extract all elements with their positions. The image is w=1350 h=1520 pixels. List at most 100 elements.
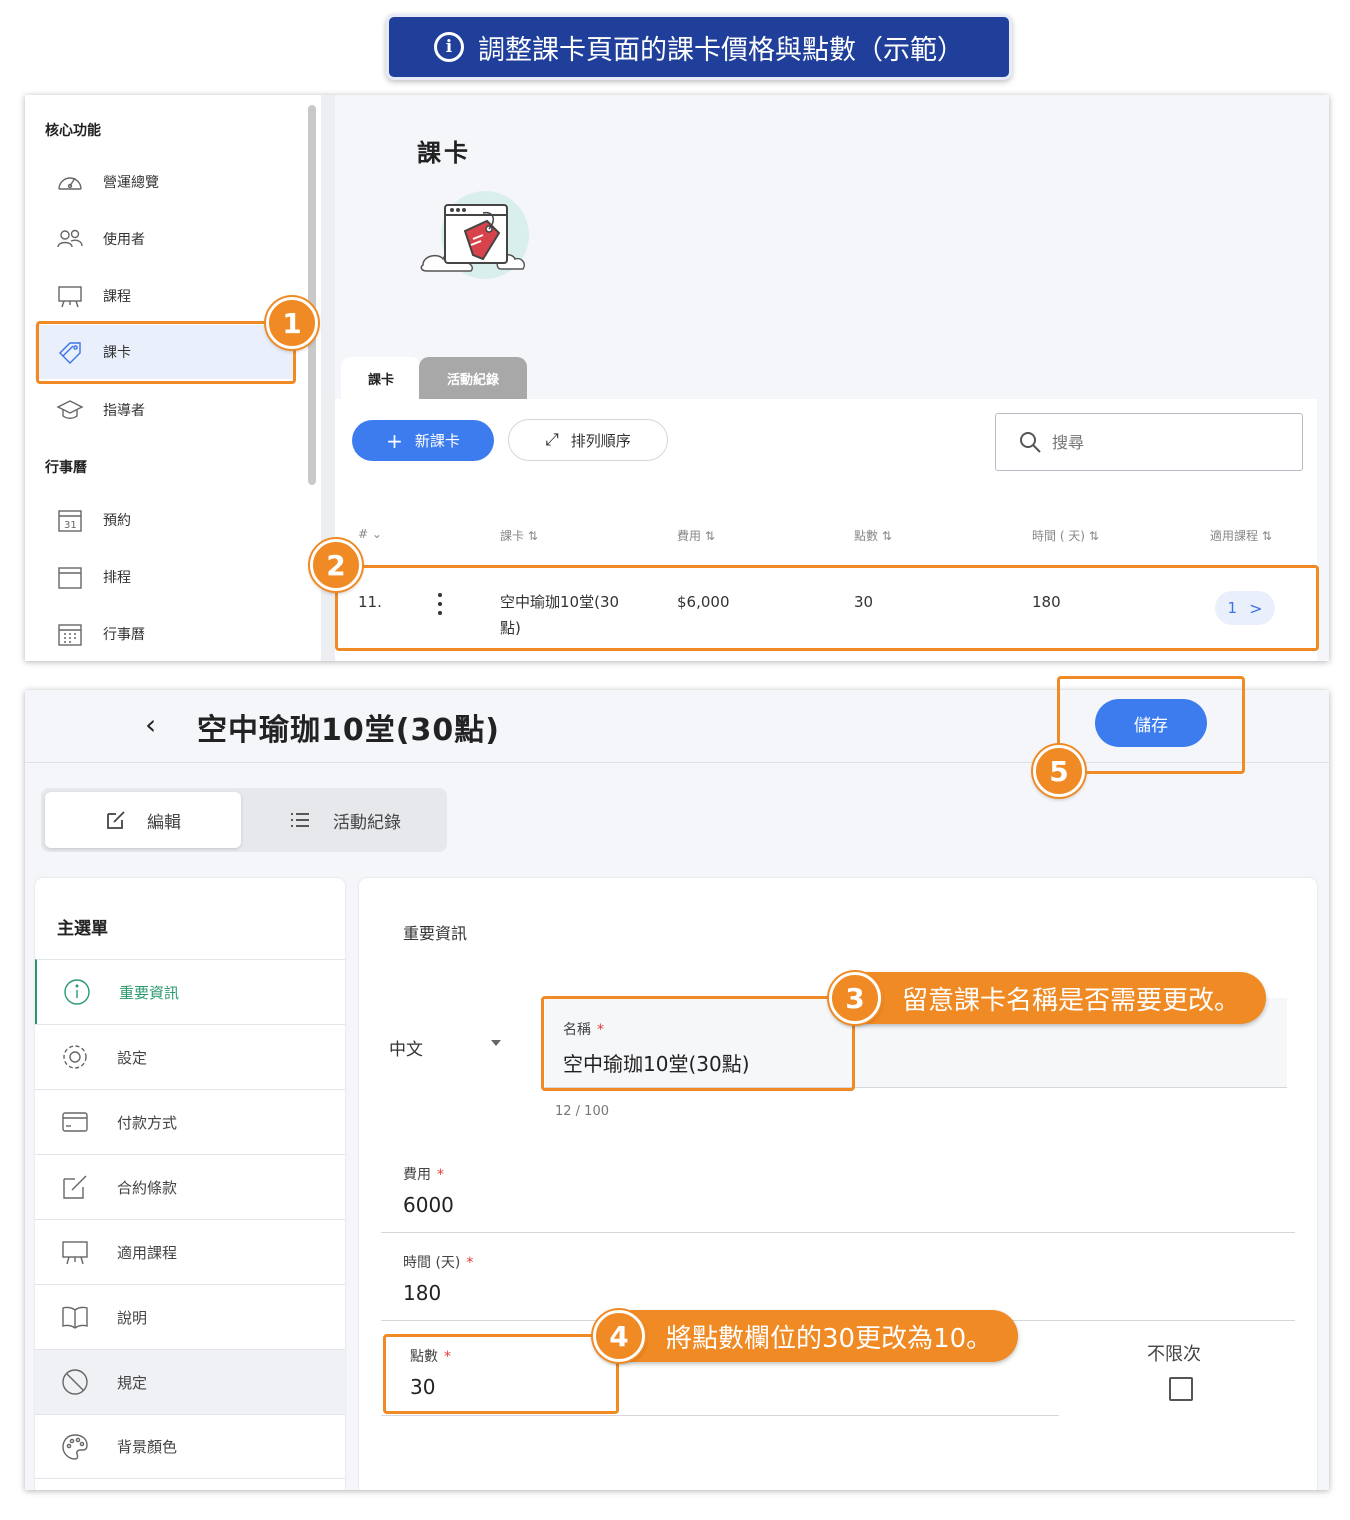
step-badge-5: 5: [1033, 745, 1085, 797]
expand-arrows-icon: ⤢: [545, 430, 559, 450]
card-illustration: [420, 191, 529, 279]
column-header-index[interactable]: # ⌄: [358, 527, 382, 541]
sidebar-item-courses[interactable]: 課程: [35, 269, 295, 323]
sort-order-button[interactable]: ⤢ 排列順序: [508, 419, 668, 461]
sidebar-item-label: 課程: [103, 289, 131, 305]
calendar-grid-icon: [55, 621, 85, 647]
back-chevron-icon[interactable]: ‹: [145, 706, 175, 742]
menu-item-applicable-courses[interactable]: 適用課程: [35, 1219, 345, 1284]
price-label: 費用 *: [403, 1167, 444, 1183]
step-badge-3: 3: [829, 972, 881, 1024]
step-badge-1: 1: [266, 297, 318, 349]
segment-edit-label: 編輯: [147, 812, 181, 833]
sidebar-item-label: 預約: [103, 513, 131, 529]
presentation-board-icon: [59, 1236, 91, 1268]
edit-icon: [107, 811, 125, 829]
highlight-points-field: [383, 1334, 619, 1414]
sidebar-item-label: 行事曆: [103, 627, 145, 643]
sidebar-item-instructors[interactable]: 指導者: [35, 383, 295, 437]
price-value[interactable]: 6000: [403, 1193, 454, 1217]
language-select[interactable]: 中文: [389, 1035, 423, 1060]
menu-item-settings[interactable]: 設定: [35, 1024, 345, 1089]
palette-icon: [59, 1431, 91, 1463]
column-header-price[interactable]: 費用 ⇅: [677, 527, 715, 544]
speedometer-icon: [55, 169, 85, 195]
new-card-label: 新課卡: [414, 432, 460, 450]
info-icon: i: [434, 32, 464, 62]
calendar-31-icon: 31: [55, 507, 85, 533]
step-badge-4: 4: [593, 1310, 645, 1362]
sidebar-item-booking[interactable]: 31 預約: [35, 493, 295, 547]
unlimited-checkbox[interactable]: [1169, 1377, 1193, 1401]
search-icon: [1020, 432, 1041, 453]
sidebar-item-overview[interactable]: 營運總覽: [35, 155, 295, 209]
section-title: 重要資訊: [403, 924, 468, 943]
menu-item-important-info[interactable]: 重要資訊: [35, 959, 345, 1024]
credit-card-icon: [59, 1106, 91, 1138]
open-book-icon: [59, 1301, 91, 1333]
list-icon: [291, 813, 309, 827]
tab-activity-log[interactable]: 活動紀錄: [419, 357, 527, 399]
menu-title: 主選單: [57, 919, 108, 939]
column-header-points[interactable]: 點數 ⇅: [854, 527, 892, 544]
users-icon: [55, 226, 85, 252]
menu-item-label: 重要資訊: [119, 983, 180, 1002]
sidebar-section-core: 核心功能: [45, 123, 101, 139]
name-char-counter: 12 / 100: [555, 1104, 609, 1119]
gear-icon: [59, 1041, 91, 1073]
menu-item-label: 適用課程: [117, 1243, 178, 1262]
highlight-save-button: [1057, 676, 1245, 774]
sidebar-scrollbar[interactable]: [308, 105, 316, 485]
instruction-banner: i 調整課卡頁面的課卡價格與點數（示範）: [386, 14, 1012, 80]
points-underline: [381, 1415, 1059, 1416]
page-title: 空中瑜珈10堂(30點): [197, 713, 500, 748]
sidebar-item-label: 營運總覽: [103, 175, 159, 191]
menu-item-payment[interactable]: 付款方式: [35, 1089, 345, 1154]
menu-item-description[interactable]: 說明: [35, 1284, 345, 1349]
sidebar-item-label: 排程: [103, 570, 131, 586]
price-underline: [381, 1232, 1295, 1233]
svg-text:31: 31: [64, 520, 77, 531]
days-label: 時間 (天) *: [403, 1255, 474, 1271]
info-icon: [61, 976, 93, 1008]
new-card-button[interactable]: + 新課卡: [352, 420, 494, 461]
unlimited-label: 不限次: [1147, 1344, 1201, 1365]
menu-item-label: 說明: [117, 1308, 148, 1327]
column-header-card[interactable]: 課卡 ⇅: [500, 527, 538, 544]
menu-item-label: 規定: [117, 1373, 148, 1392]
sidebar-item-schedule[interactable]: 排程: [35, 550, 295, 604]
caret-down-icon[interactable]: [491, 1040, 501, 1046]
callout-4: 將點數欄位的30更改為10。: [594, 1310, 1019, 1362]
calendar-blank-icon: [55, 564, 85, 590]
menu-item-label: 合約條款: [117, 1178, 178, 1197]
segment-edit[interactable]: 編輯: [45, 792, 241, 848]
edit-document-icon: [59, 1171, 91, 1203]
sort-order-label: 排列順序: [570, 431, 631, 450]
search-input[interactable]: [1052, 432, 1272, 452]
callout-3: 留意課卡名稱是否需要更改。: [830, 972, 1267, 1024]
tab-cards[interactable]: 課卡: [341, 357, 421, 399]
graduation-cap-icon: [55, 397, 85, 423]
menu-item-rules[interactable]: 規定: [35, 1349, 345, 1414]
sidebar-item-label: 使用者: [103, 232, 145, 248]
menu-item-background-color[interactable]: 背景顏色: [35, 1414, 345, 1479]
segment-log-label: 活動紀錄: [333, 812, 401, 833]
search-box[interactable]: [995, 413, 1303, 471]
segment-activity-log[interactable]: 活動紀錄: [247, 792, 443, 848]
plus-icon: +: [386, 428, 403, 453]
highlight-name-field: [541, 996, 855, 1091]
column-header-courses[interactable]: 適用課程 ⇅: [1210, 527, 1272, 544]
days-value[interactable]: 180: [403, 1281, 441, 1305]
sidebar-item-calendar[interactable]: 行事曆: [35, 607, 295, 661]
page-title: 課卡: [417, 139, 471, 167]
sidebar-section-calendar: 行事曆: [45, 460, 87, 476]
column-header-days[interactable]: 時間 ( 天) ⇅: [1032, 527, 1099, 544]
highlight-card-row: [335, 565, 1319, 651]
menu-item-label: 設定: [117, 1048, 148, 1067]
prohibited-icon: [59, 1366, 91, 1398]
sidebar-item-users[interactable]: 使用者: [35, 212, 295, 266]
banner-text: 調整課卡頁面的課卡價格與點數（示範）: [478, 34, 964, 66]
menu-item-contract[interactable]: 合約條款: [35, 1154, 345, 1219]
menu-item-label: 付款方式: [117, 1113, 178, 1132]
sidebar-item-label: 指導者: [103, 403, 145, 419]
